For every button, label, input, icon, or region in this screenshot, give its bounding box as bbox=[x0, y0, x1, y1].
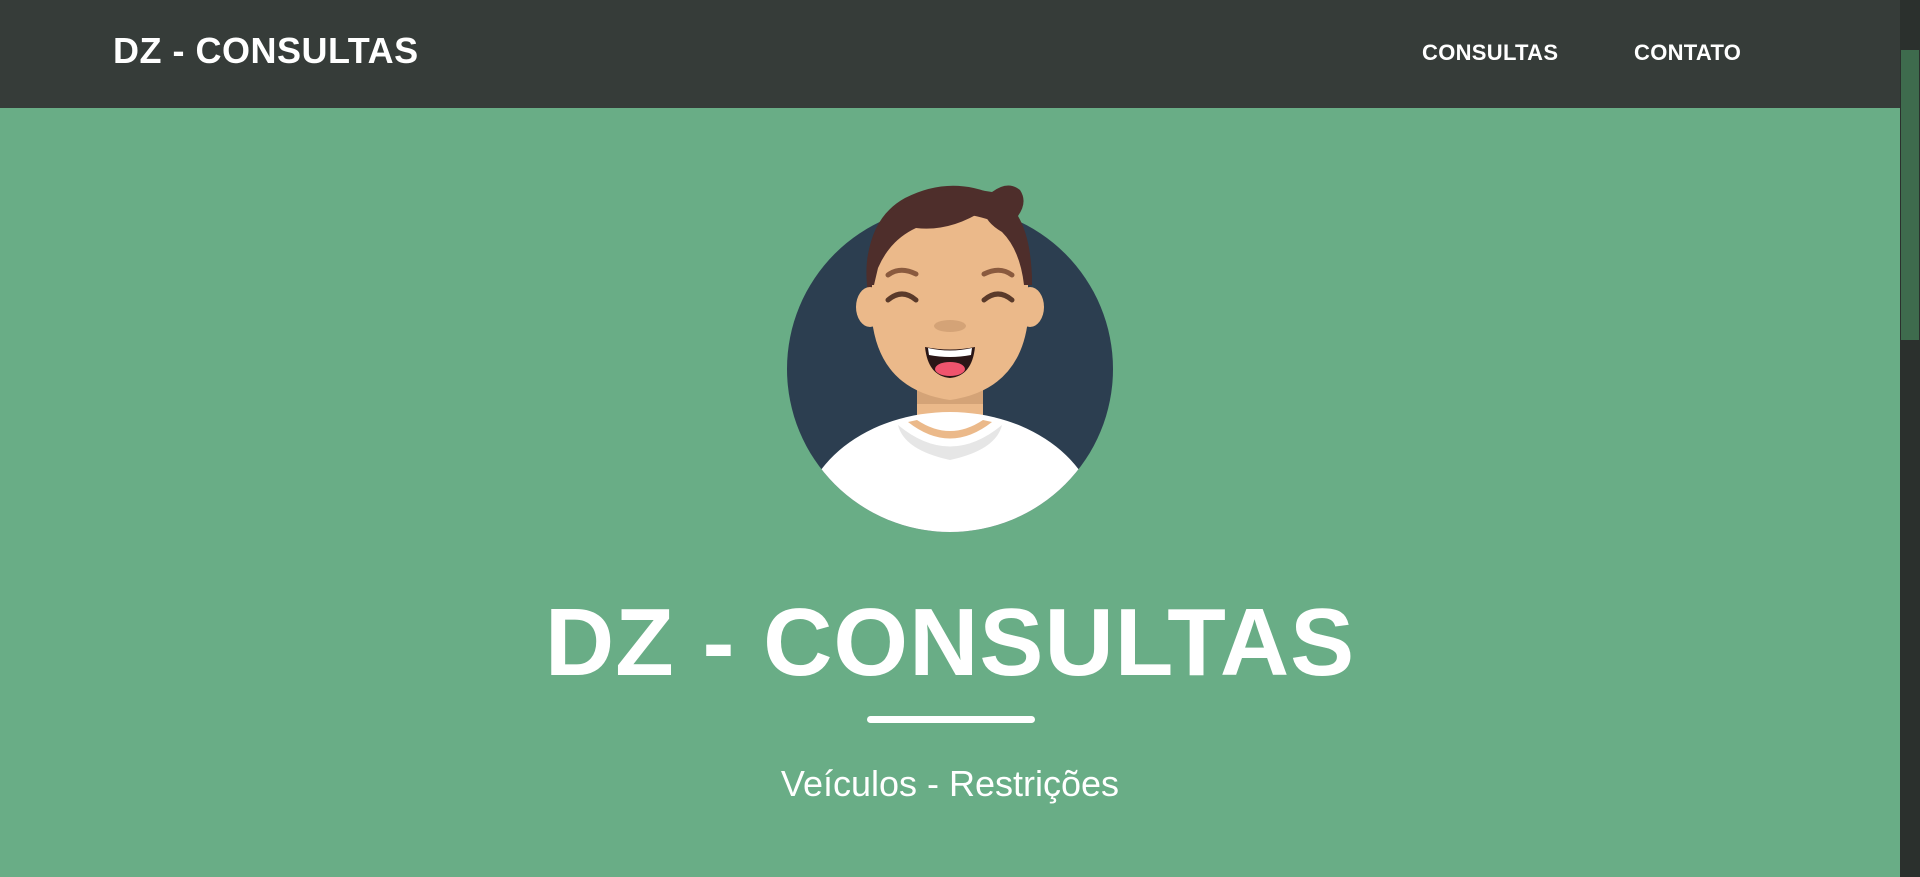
scrollbar-thumb[interactable] bbox=[1901, 50, 1919, 340]
hero-title: DZ - CONSULTAS bbox=[544, 589, 1356, 696]
smiling-man-avatar-icon bbox=[787, 185, 1113, 532]
nav-link-contato[interactable]: CONTATO bbox=[1634, 42, 1741, 64]
nav-link-consultas[interactable]: CONSULTAS bbox=[1422, 42, 1558, 64]
hero-subtitle: Veículos - Restrições bbox=[780, 763, 1120, 804]
brand-link[interactable]: DZ - CONSULTAS bbox=[113, 33, 419, 69]
title-divider bbox=[867, 716, 1035, 723]
page: DZ - CONSULTAS CONSULTAS CONTATO DZ - CO… bbox=[0, 0, 1920, 877]
vertical-scrollbar[interactable] bbox=[1900, 0, 1920, 877]
navbar: DZ - CONSULTAS CONSULTAS CONTATO bbox=[0, 0, 1900, 108]
